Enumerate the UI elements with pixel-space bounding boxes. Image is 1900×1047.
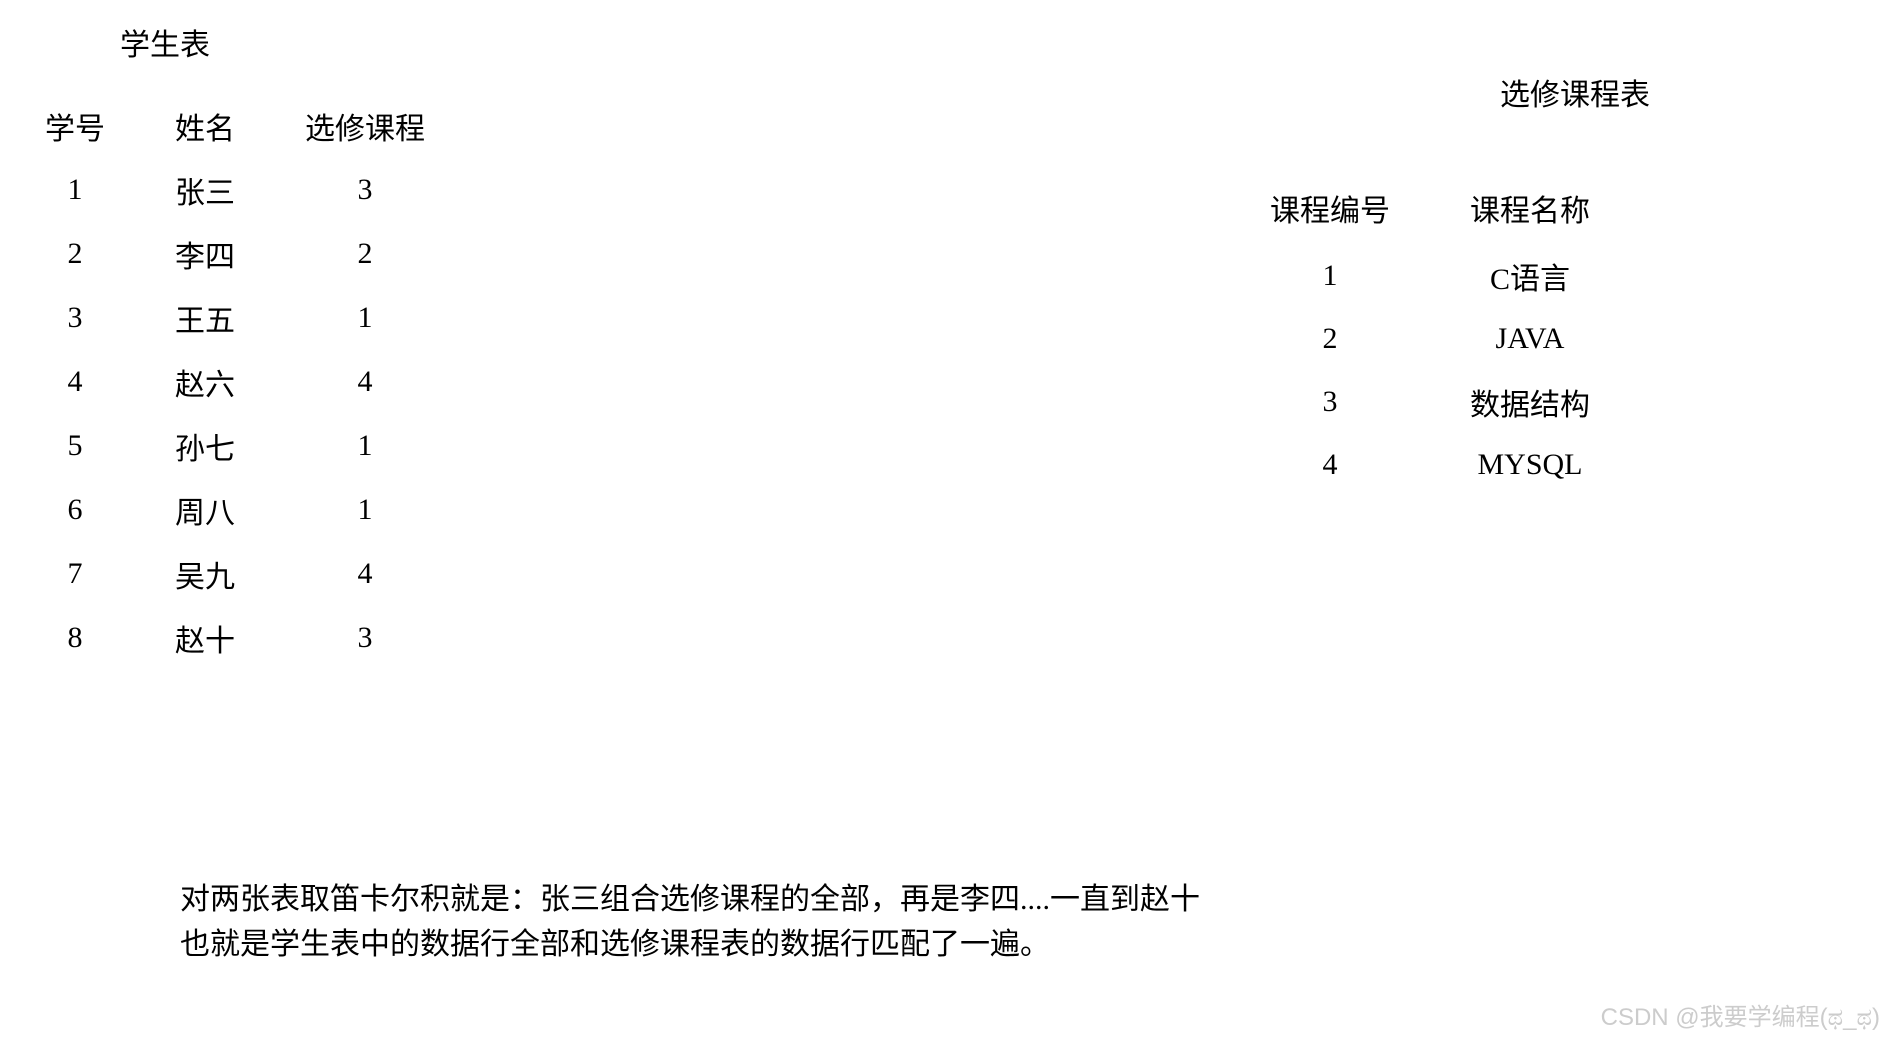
course-name-cell: C语言 (1430, 242, 1630, 310)
student-course-cell: 1 (270, 286, 460, 350)
course-name-cell: 数据结构 (1430, 368, 1630, 436)
table-row: 2 李四 2 (10, 222, 460, 286)
explanation-line-2: 也就是学生表中的数据行全部和选修课程表的数据行匹配了一遍。 (180, 922, 1200, 967)
student-name-cell: 王五 (140, 286, 270, 350)
table-row: 1 张三 3 (10, 158, 460, 222)
student-name-cell: 张三 (140, 158, 270, 222)
student-id-cell: 1 (10, 158, 140, 222)
course-table-body: 1 C语言 2 JAVA 3 数据结构 4 MYSQL (1230, 242, 1630, 494)
student-id-cell: 4 (10, 350, 140, 414)
student-name-cell: 孙七 (140, 414, 270, 478)
student-course-cell: 3 (270, 606, 460, 670)
explanation-text: 对两张表取笛卡尔积就是：张三组合选修课程的全部，再是李四....一直到赵十 也就… (180, 877, 1200, 967)
header-student-name: 姓名 (140, 94, 270, 158)
student-course-cell: 2 (270, 222, 460, 286)
table-row: 4 MYSQL (1230, 436, 1630, 494)
student-id-cell: 6 (10, 478, 140, 542)
student-id-cell: 2 (10, 222, 140, 286)
course-table-title: 选修课程表 (1050, 70, 1900, 114)
course-id-cell: 4 (1230, 436, 1430, 494)
table-row: 1 C语言 (1230, 242, 1630, 310)
course-name-cell: MYSQL (1430, 436, 1630, 494)
student-id-cell: 8 (10, 606, 140, 670)
table-row: 7 吴九 4 (10, 542, 460, 606)
table-row: 8 赵十 3 (10, 606, 460, 670)
header-course-id: 课程编号 (1230, 174, 1430, 242)
student-name-cell: 吴九 (140, 542, 270, 606)
student-id-cell: 3 (10, 286, 140, 350)
student-table-body: 1 张三 3 2 李四 2 3 王五 1 4 赵六 4 (10, 158, 460, 670)
table-header-row: 课程编号 课程名称 (1230, 174, 1630, 242)
course-id-cell: 1 (1230, 242, 1430, 310)
header-course-name: 课程名称 (1430, 174, 1630, 242)
watermark-text: CSDN @我要学编程(ಥ_ಥ) (1601, 997, 1880, 1032)
course-id-cell: 3 (1230, 368, 1430, 436)
student-course-cell: 4 (270, 542, 460, 606)
table-row: 2 JAVA (1230, 310, 1630, 368)
student-course-cell: 1 (270, 478, 460, 542)
header-student-id: 学号 (10, 94, 140, 158)
student-course-cell: 4 (270, 350, 460, 414)
student-name-cell: 李四 (140, 222, 270, 286)
course-id-cell: 2 (1230, 310, 1430, 368)
student-table-title: 学生表 (10, 20, 950, 64)
student-name-cell: 周八 (140, 478, 270, 542)
table-header-row: 学号 姓名 选修课程 (10, 94, 460, 158)
table-row: 4 赵六 4 (10, 350, 460, 414)
table-row: 5 孙七 1 (10, 414, 460, 478)
student-course-cell: 1 (270, 414, 460, 478)
table-row: 3 王五 1 (10, 286, 460, 350)
student-id-cell: 5 (10, 414, 140, 478)
student-course-cell: 3 (270, 158, 460, 222)
student-id-cell: 7 (10, 542, 140, 606)
student-name-cell: 赵十 (140, 606, 270, 670)
student-table-section: 学生表 学号 姓名 选修课程 1 张三 3 2 李四 2 (0, 20, 950, 670)
table-row: 6 周八 1 (10, 478, 460, 542)
course-table-section: 选修课程表 课程编号 课程名称 1 C语言 2 JAVA 3 (950, 20, 1900, 670)
table-row: 3 数据结构 (1230, 368, 1630, 436)
header-student-course: 选修课程 (270, 94, 460, 158)
course-table: 课程编号 课程名称 1 C语言 2 JAVA 3 数据结构 4 (1230, 174, 1630, 494)
student-table: 学号 姓名 选修课程 1 张三 3 2 李四 2 3 王五 (10, 94, 460, 670)
course-name-cell: JAVA (1430, 310, 1630, 368)
student-name-cell: 赵六 (140, 350, 270, 414)
explanation-line-1: 对两张表取笛卡尔积就是：张三组合选修课程的全部，再是李四....一直到赵十 (180, 877, 1200, 922)
